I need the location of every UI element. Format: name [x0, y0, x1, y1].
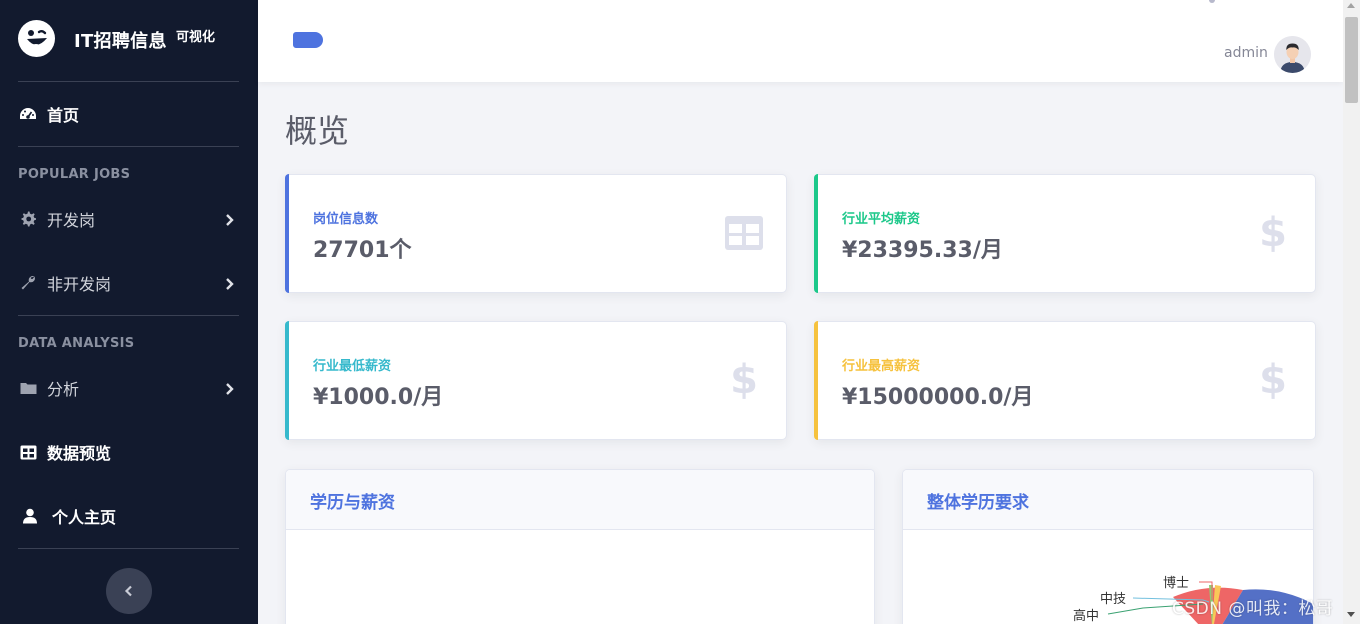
panel-header: 整体学历要求	[903, 470, 1313, 530]
topbar: admin	[258, 0, 1343, 82]
dollar-icon: $	[1259, 357, 1287, 403]
sidebar-toggle-button[interactable]	[293, 32, 323, 48]
sidebar-collapse-button[interactable]	[106, 568, 152, 614]
card-value: 27701个	[313, 238, 412, 263]
card-accent	[814, 174, 818, 293]
sidebar-item-label: 开发岗	[47, 211, 96, 230]
avatar[interactable]	[1274, 36, 1311, 73]
dashboard-icon	[19, 105, 37, 123]
stat-card-max-salary: 行业最高薪资 ¥15000000.0/月 $	[814, 321, 1316, 440]
smile-logo-icon	[18, 20, 55, 57]
user-icon	[21, 507, 39, 525]
card-value: ¥15000000.0/月	[842, 385, 1034, 410]
page-title: 概览	[285, 112, 350, 150]
panel-header: 学历与薪资	[286, 470, 874, 530]
brand-subtitle: 可视化	[176, 30, 216, 45]
section-heading-popular: POPULAR JOBS	[18, 167, 131, 182]
brand[interactable]: IT招聘信息 可视化	[0, 0, 258, 82]
stat-card-avg-salary: 行业平均薪资 ¥23395.33/月 $	[814, 174, 1316, 293]
sidebar: IT招聘信息 可视化 首页 POPULAR JOBS 开发岗 非开发岗 DATA…	[0, 0, 258, 624]
panel-title: 学历与薪资	[310, 493, 395, 513]
sidebar-divider	[18, 146, 239, 147]
sidebar-divider	[18, 548, 239, 549]
table-icon	[724, 213, 764, 253]
card-label: 行业平均薪资	[842, 212, 921, 227]
scrollbar[interactable]	[1343, 0, 1360, 624]
dollar-icon: $	[1259, 210, 1287, 256]
card-value: ¥1000.0/月	[313, 385, 444, 410]
chevron-left-icon	[124, 585, 132, 597]
sidebar-divider	[18, 315, 239, 316]
notification-indicator	[1209, 0, 1215, 3]
sidebar-item-home[interactable]: 首页	[0, 94, 258, 134]
sidebar-item-label: 数据预览	[47, 444, 112, 463]
section-heading-analysis: DATA ANALYSIS	[18, 336, 135, 351]
pie-label: 博士	[1163, 576, 1189, 591]
sidebar-item-label: 个人主页	[52, 508, 117, 527]
card-value: ¥23395.33/月	[842, 238, 1003, 263]
folder-icon	[19, 379, 37, 397]
sidebar-item-analysis[interactable]: 分析	[0, 368, 258, 408]
sidebar-item-profile[interactable]: 个人主页	[0, 496, 258, 536]
chevron-right-icon	[224, 381, 236, 395]
sidebar-item-label: 非开发岗	[47, 275, 112, 294]
sidebar-item-non-dev-jobs[interactable]: 非开发岗	[0, 263, 258, 303]
card-label: 行业最低薪资	[313, 359, 392, 374]
chevron-right-icon	[224, 212, 236, 226]
scroll-thumb[interactable]	[1345, 17, 1358, 103]
user-name[interactable]: admin	[1224, 45, 1268, 61]
stat-card-min-salary: 行业最低薪资 ¥1000.0/月 $	[285, 321, 787, 440]
panel-title: 整体学历要求	[927, 493, 1029, 513]
sidebar-item-dev-jobs[interactable]: 开发岗	[0, 199, 258, 239]
sidebar-item-data-preview[interactable]: 数据预览	[0, 432, 258, 472]
chevron-right-icon	[224, 276, 236, 290]
card-label: 行业最高薪资	[842, 359, 921, 374]
card-label: 岗位信息数	[313, 212, 379, 227]
watermark: CSDN @叫我：松哥	[1172, 599, 1334, 619]
wrench-icon	[19, 274, 37, 292]
stat-card-job-count: 岗位信息数 27701个	[285, 174, 787, 293]
pie-label: 中技	[1100, 592, 1126, 607]
sidebar-divider	[18, 81, 239, 82]
scroll-down-arrow-icon[interactable]	[1347, 612, 1355, 617]
card-accent	[285, 321, 289, 440]
panel-edu-salary: 学历与薪资	[285, 469, 875, 624]
table-icon	[19, 443, 37, 461]
brand-title: IT招聘信息	[74, 31, 167, 52]
pie-label: 高中	[1073, 608, 1099, 624]
scroll-up-arrow-icon[interactable]	[1347, 3, 1355, 8]
sidebar-item-label: 首页	[47, 106, 80, 125]
card-accent	[285, 174, 289, 293]
sidebar-item-label: 分析	[47, 380, 80, 399]
card-accent	[814, 321, 818, 440]
gear-icon	[19, 210, 37, 228]
dollar-icon: $	[730, 357, 758, 403]
